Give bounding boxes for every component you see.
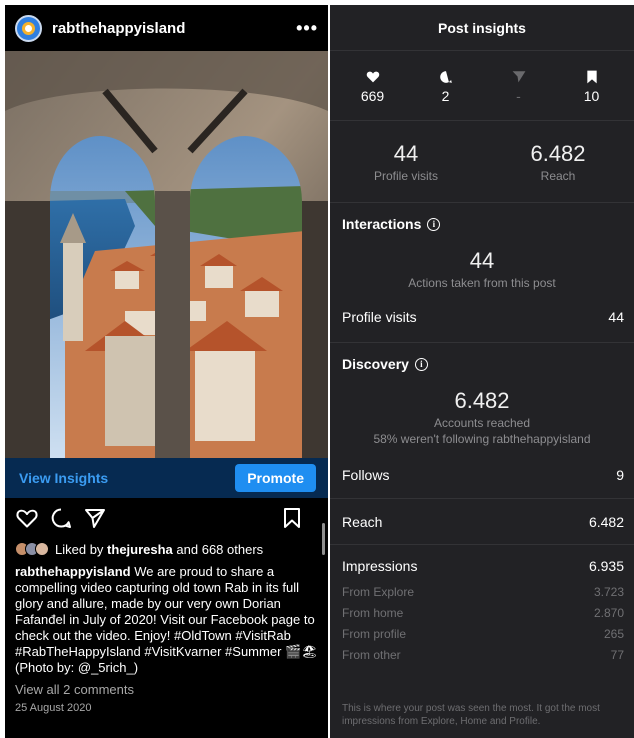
follows-row: Follows 9: [330, 460, 634, 490]
impression-source-row: From other 77: [330, 644, 634, 665]
liked-by-prefix: Liked by: [55, 541, 104, 557]
likes-summary[interactable]: Liked by thejuresha and 668 others: [5, 538, 328, 560]
reach-summary: 6.482 Reach: [493, 141, 623, 183]
engagement-stats: 669 2 - 10: [330, 51, 634, 121]
share-icon[interactable]: [83, 506, 107, 530]
interactions-title: Interactions: [342, 216, 422, 232]
insights-bar: View Insights Promote: [5, 458, 328, 498]
liker-avatar: [35, 542, 49, 556]
row-value: 6.482: [588, 514, 624, 530]
actions-label: Actions taken from this post: [408, 276, 556, 290]
view-comments-link[interactable]: View all 2 comments: [5, 676, 328, 697]
like-heart-icon[interactable]: [15, 506, 39, 530]
post-header: rabthehappyisland •••: [5, 5, 328, 51]
reach-label: Reach: [540, 168, 576, 183]
profile-visits-value: 44: [393, 140, 419, 166]
caption-username[interactable]: rabthehappyisland: [15, 564, 131, 579]
reach-value: 6.482: [530, 140, 586, 166]
saves-stat: 10: [562, 68, 622, 104]
likes-stat: 669: [343, 68, 403, 104]
row-value: 9: [616, 467, 624, 483]
comment-icon: [439, 70, 452, 83]
avatar-logo-icon: [22, 21, 35, 35]
post-date: 25 August 2020: [15, 702, 92, 714]
interactions-info-icon[interactable]: i: [427, 217, 441, 231]
shares-count: -: [516, 87, 521, 104]
actions-stat: 44 Actions taken from this post: [330, 248, 634, 290]
source-value: 2.870: [593, 605, 624, 620]
accounts-reached-label: Accounts reached: [433, 416, 531, 430]
row-label: Profile visits: [342, 309, 417, 325]
visits-reach-summary: 44 Profile visits 6.482 Reach: [330, 121, 634, 203]
profile-visits-summary: 44 Profile visits: [341, 141, 471, 183]
source-value: 3.723: [593, 584, 624, 599]
liked-by-suffix[interactable]: and 668 others: [176, 542, 263, 557]
source-label: From Explore: [342, 584, 415, 599]
bookmark-icon: [586, 70, 597, 83]
not-following-text: 58% weren't following rabthehappyisland: [373, 432, 591, 446]
reach-row: Reach 6.482: [330, 507, 634, 537]
divider: [330, 544, 634, 545]
post-photo[interactable]: [5, 51, 328, 458]
liker-avatars: [15, 542, 49, 556]
source-label: From other: [342, 647, 401, 662]
row-label: Impressions: [342, 558, 418, 574]
post-pane: rabthehappyisland ••• View Insights Prom…: [5, 5, 328, 738]
insights-pane: Post insights 669 2 - 10 44 Profile visi…: [330, 5, 634, 738]
insights-title: Post insights: [330, 5, 634, 51]
row-label: Follows: [342, 467, 390, 483]
liked-by-user[interactable]: thejuresha: [107, 542, 173, 557]
source-label: From profile: [342, 626, 407, 641]
share-icon: [512, 71, 525, 83]
discovery-info-icon[interactable]: i: [414, 357, 428, 371]
interactions-profile-visits-row: Profile visits 44: [330, 302, 634, 332]
impressions-row: Impressions 6.935: [330, 551, 634, 581]
view-insights-link[interactable]: View Insights: [19, 470, 108, 486]
comments-count: 2: [441, 87, 450, 104]
insights-footer-note: This is where your post was seen the mos…: [342, 703, 600, 727]
heart-icon: [366, 71, 379, 83]
impression-source-row: From home 2.870: [330, 602, 634, 623]
accounts-reached-stat: 6.482 Accounts reached 58% weren't follo…: [330, 388, 634, 446]
shares-stat: -: [489, 68, 549, 104]
discovery-heading: Discovery i: [330, 343, 634, 372]
comment-icon[interactable]: [49, 506, 73, 530]
divider: [330, 498, 634, 499]
likes-count: 669: [360, 87, 385, 104]
source-value: 77: [610, 647, 624, 662]
row-value: 6.935: [588, 558, 624, 574]
saves-count: 10: [583, 87, 600, 104]
post-username[interactable]: rabthehappyisland: [52, 20, 296, 37]
comments-stat: 2: [416, 68, 476, 104]
actions-value: 44: [469, 248, 495, 273]
scrollbar[interactable]: [322, 523, 325, 555]
accounts-reached-value: 6.482: [454, 388, 510, 413]
post-caption: rabthehappyisland We are proud to share …: [5, 560, 328, 676]
more-options-icon[interactable]: •••: [296, 18, 318, 39]
row-value: 44: [608, 309, 624, 325]
profile-visits-label: Profile visits: [373, 168, 438, 183]
impression-source-row: From Explore 3.723: [330, 581, 634, 602]
interactions-heading: Interactions i: [330, 203, 634, 232]
discovery-title: Discovery: [342, 356, 409, 372]
row-label: Reach: [342, 514, 383, 530]
source-value: 265: [603, 626, 624, 641]
caption-text: We are proud to share a compelling video…: [15, 564, 318, 675]
impression-source-row: From profile 265: [330, 623, 634, 644]
save-bookmark-icon[interactable]: [280, 506, 304, 530]
source-label: From home: [342, 605, 404, 620]
promote-button[interactable]: Promote: [235, 464, 316, 492]
avatar[interactable]: [15, 14, 42, 42]
post-actions: [5, 498, 328, 538]
